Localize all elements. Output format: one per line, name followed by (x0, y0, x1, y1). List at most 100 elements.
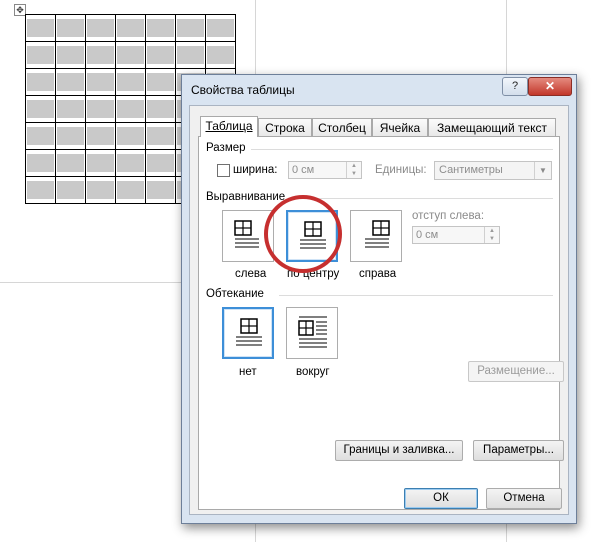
cell-shading (207, 19, 234, 37)
table-cell[interactable] (115, 68, 146, 96)
tab-column[interactable]: Столбец (312, 118, 372, 136)
alignment-group-label: Выравнивание (206, 191, 286, 203)
cell-shading (147, 181, 174, 199)
align-center-icon (300, 221, 326, 249)
table-cell[interactable] (55, 41, 86, 69)
table-cell[interactable] (115, 14, 146, 42)
left-indent-value: 0 см (416, 229, 439, 241)
left-indent-spinner[interactable]: 0 см ▲ ▼ (412, 226, 500, 244)
table-cell[interactable] (55, 68, 86, 96)
cell-shading (87, 73, 114, 91)
table-cell[interactable] (145, 68, 176, 96)
cell-shading (117, 19, 144, 37)
close-button[interactable]: ✕ (528, 77, 572, 96)
table-cell[interactable] (205, 14, 236, 42)
table-cell[interactable] (85, 41, 116, 69)
width-spinner[interactable]: 0 см ▲ ▼ (288, 161, 362, 179)
cell-shading (57, 127, 84, 145)
align-right-option[interactable] (350, 210, 402, 262)
table-cell[interactable] (115, 176, 146, 204)
width-checkbox[interactable] (217, 164, 230, 177)
align-right-label: справа (359, 268, 397, 280)
tab-alt-text[interactable]: Замещающий текст (428, 118, 556, 136)
table-cell[interactable] (85, 122, 116, 150)
table-cell[interactable] (145, 122, 176, 150)
ok-button[interactable]: ОК (404, 488, 478, 509)
table-cell[interactable] (25, 41, 56, 69)
table-cell[interactable] (145, 149, 176, 177)
table-cell[interactable] (25, 122, 56, 150)
cell-shading (57, 19, 84, 37)
cell-shading (27, 100, 54, 118)
borders-and-shading-button[interactable]: Границы и заливка... (335, 440, 463, 461)
dialog-client-area: Таблица Строка Столбец Ячейка Замещающий… (189, 105, 569, 515)
table-cell[interactable] (85, 68, 116, 96)
table-cell[interactable] (145, 41, 176, 69)
table-cell[interactable] (25, 95, 56, 123)
table-cell[interactable] (115, 95, 146, 123)
table-cell[interactable] (55, 95, 86, 123)
wrap-none-icon (236, 318, 262, 346)
table-cell[interactable] (175, 14, 206, 42)
cell-shading (87, 127, 114, 145)
cell-shading (27, 19, 54, 37)
left-indent-label: отступ слева: (412, 210, 485, 222)
table-cell[interactable] (55, 149, 86, 177)
tab-table[interactable]: Таблица (200, 116, 258, 137)
wrap-none-option[interactable] (222, 307, 274, 359)
table-cell[interactable] (85, 14, 116, 42)
wrap-around-option[interactable] (286, 307, 338, 359)
table-cell[interactable] (175, 41, 206, 69)
wrap-none-label: нет (239, 366, 257, 378)
spin-down-icon: ▼ (351, 171, 357, 177)
page-guide-vertical-bottom (255, 523, 256, 542)
cell-shading (27, 154, 54, 172)
wrapping-group-label: Обтекание (206, 288, 264, 300)
cell-shading (87, 46, 114, 64)
tab-cell[interactable]: Ячейка (372, 118, 428, 136)
table-cell[interactable] (25, 68, 56, 96)
table-row[interactable] (25, 14, 236, 42)
cell-shading (117, 181, 144, 199)
cell-shading (207, 46, 234, 64)
table-cell[interactable] (145, 95, 176, 123)
table-cell[interactable] (145, 176, 176, 204)
table-cell[interactable] (55, 14, 86, 42)
cell-shading (57, 154, 84, 172)
options-button[interactable]: Параметры... (473, 440, 564, 461)
align-center-option[interactable] (286, 210, 338, 262)
cell-shading (117, 127, 144, 145)
cell-shading (27, 181, 54, 199)
table-cell[interactable] (25, 149, 56, 177)
cell-shading (117, 100, 144, 118)
alignment-separator (291, 198, 553, 199)
cancel-button[interactable]: Отмена (486, 488, 562, 509)
positioning-button[interactable]: Размещение... (468, 361, 564, 382)
table-cell[interactable] (115, 41, 146, 69)
help-button[interactable]: ? (502, 77, 528, 96)
table-cell[interactable] (55, 122, 86, 150)
table-row[interactable] (25, 41, 236, 69)
table-cell[interactable] (115, 122, 146, 150)
cell-shading (87, 181, 114, 199)
cell-shading (87, 19, 114, 37)
table-cell[interactable] (85, 149, 116, 177)
table-cell[interactable] (115, 149, 146, 177)
spin-up-icon: ▲ (489, 228, 495, 234)
table-cell[interactable] (85, 95, 116, 123)
dialog-titlebar[interactable]: Свойства таблицы ? ✕ (182, 75, 576, 103)
units-select[interactable]: Сантиметры ▼ (434, 161, 552, 180)
width-spinner-arrows[interactable]: ▲ ▼ (346, 162, 361, 178)
chevron-down-icon: ▼ (534, 162, 551, 179)
align-left-option[interactable] (222, 210, 274, 262)
table-cell[interactable] (55, 176, 86, 204)
table-cell[interactable] (85, 176, 116, 204)
dialog-title: Свойства таблицы (191, 83, 295, 97)
table-cell[interactable] (25, 176, 56, 204)
table-cell[interactable] (145, 14, 176, 42)
table-cell[interactable] (205, 41, 236, 69)
table-cell[interactable] (25, 14, 56, 42)
tab-row[interactable]: Строка (258, 118, 312, 136)
cell-shading (147, 127, 174, 145)
left-indent-spinner-arrows[interactable]: ▲ ▼ (484, 227, 499, 243)
